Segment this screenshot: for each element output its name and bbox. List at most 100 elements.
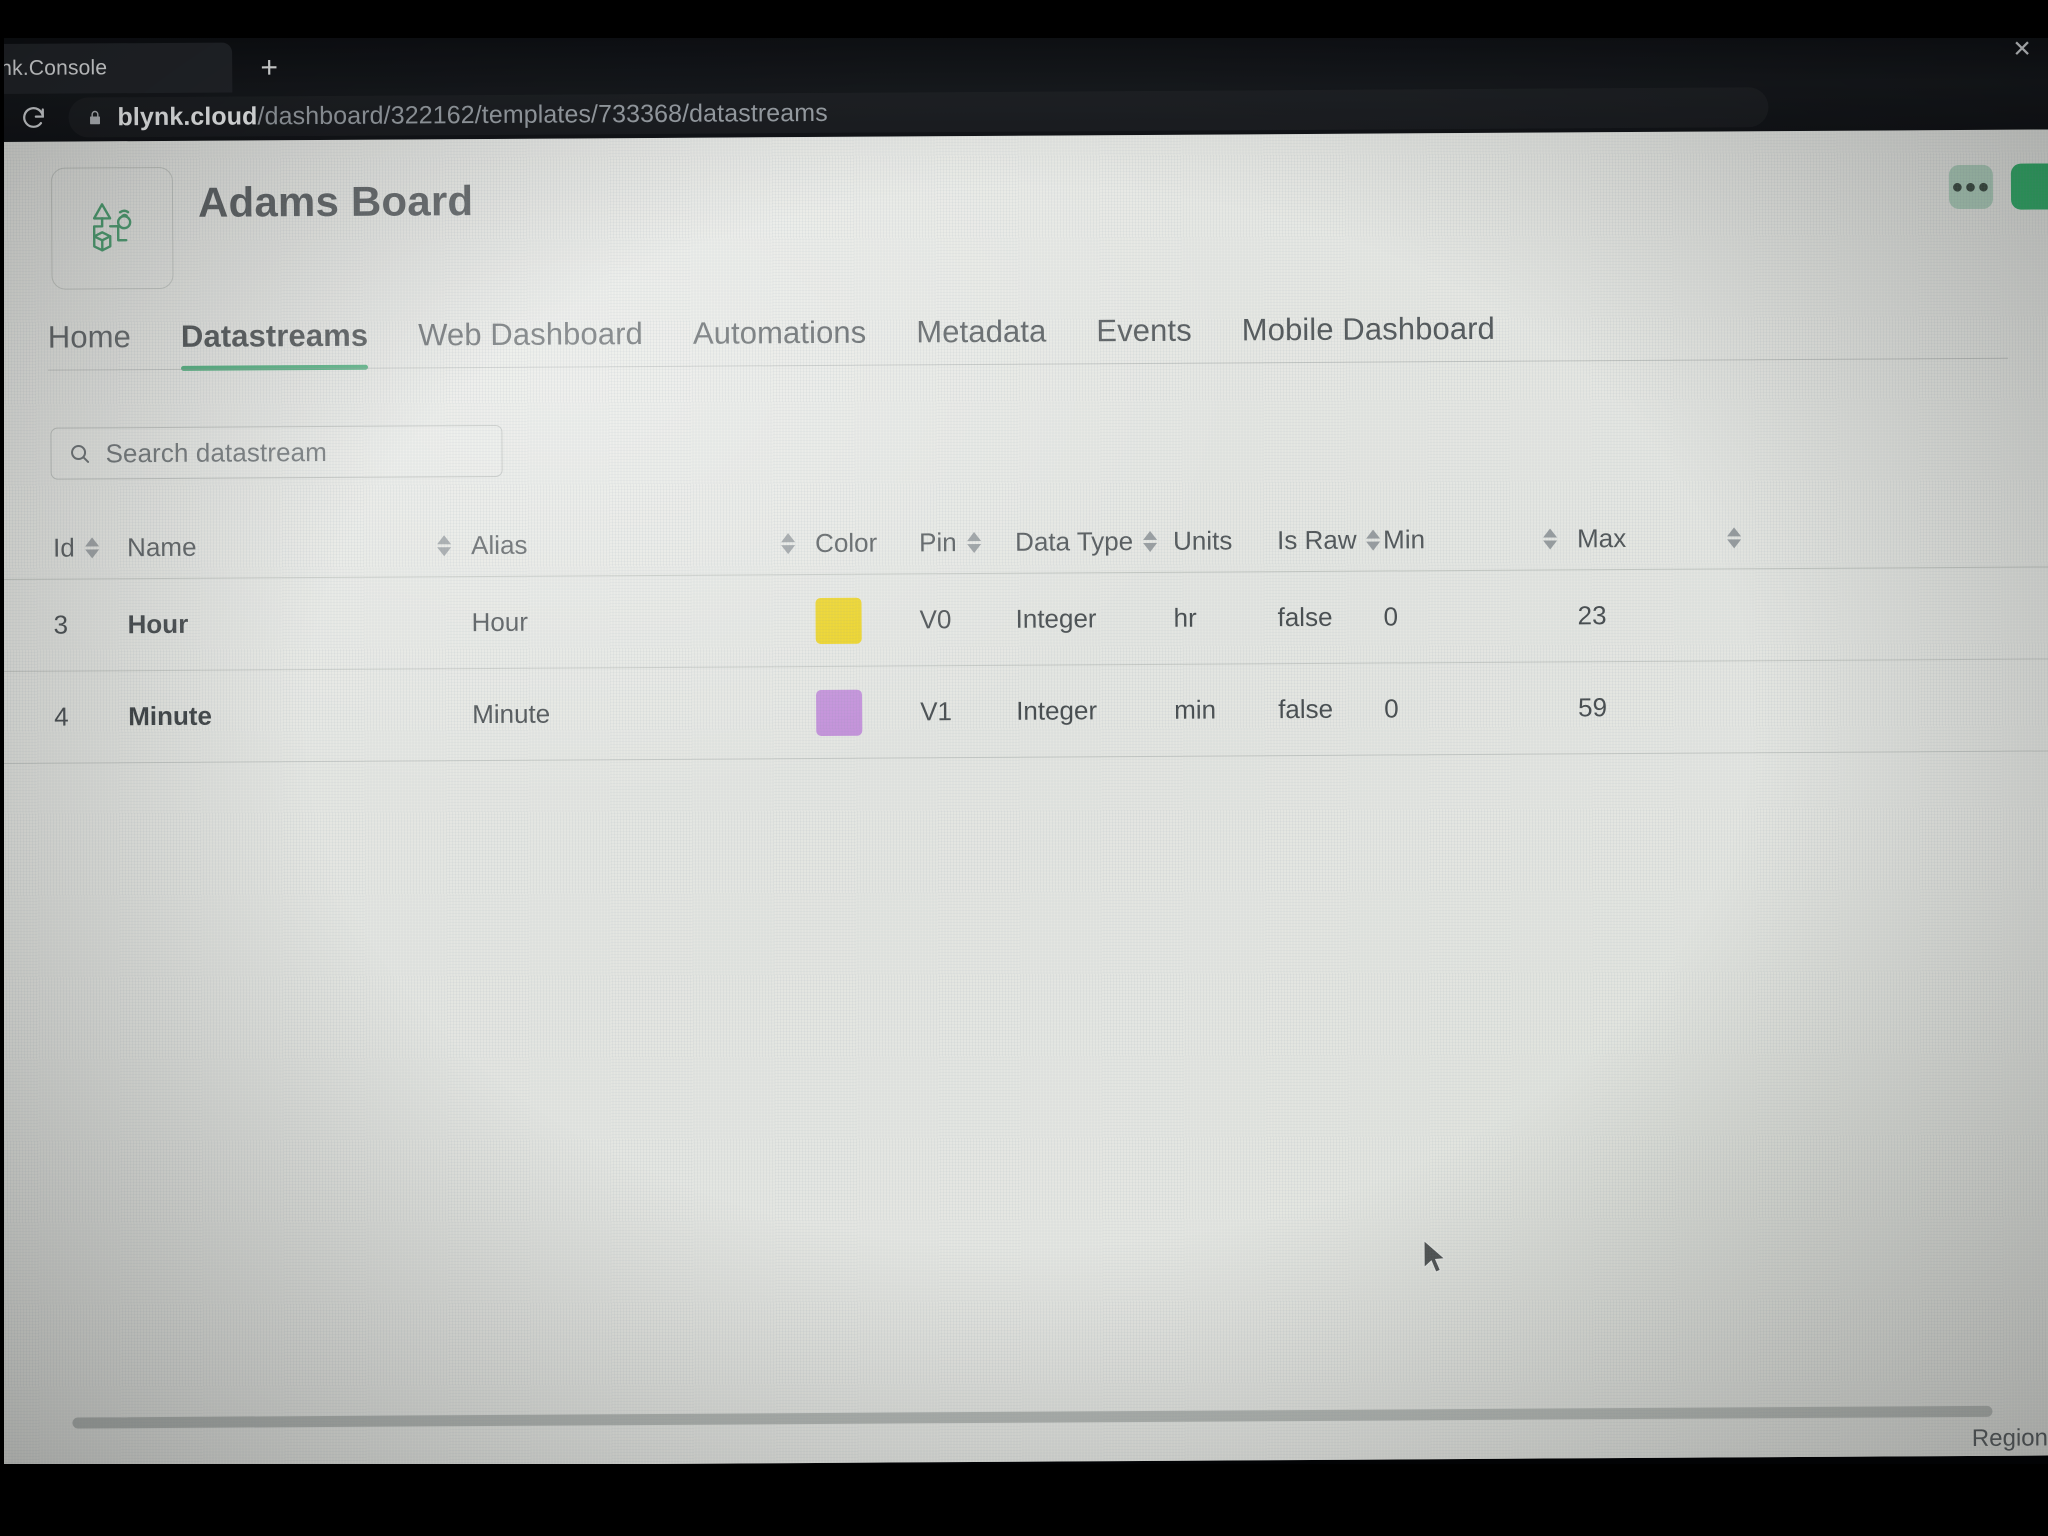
column-header-is-raw[interactable]: Is Raw: [1277, 525, 1383, 557]
tab-label: Home: [47, 319, 132, 355]
tab-datastreams[interactable]: Datastreams: [181, 318, 369, 371]
column-header-data-type[interactable]: Data Type: [1015, 526, 1173, 558]
sort-icon[interactable]: [1366, 529, 1381, 551]
template-tabs: Home Datastreams Web Dashboard Automatio…: [0, 297, 2048, 372]
sort-icon[interactable]: [1143, 530, 1158, 552]
table-row[interactable]: 4 Minute Minute V1 Integer min false 0 5…: [0, 659, 2048, 764]
color-swatch[interactable]: [815, 597, 862, 644]
sort-icon-name[interactable]: [427, 535, 471, 557]
tab-label: Web Dashboard: [418, 316, 643, 353]
plus-icon[interactable]: +: [252, 51, 286, 86]
cell-min: 0: [1383, 601, 1399, 632]
sort-icon-min[interactable]: [1533, 528, 1577, 550]
tab-label: Events: [1096, 312, 1192, 349]
sort-icon[interactable]: [781, 533, 796, 555]
address-bar[interactable]: blynk.cloud/dashboard/322162/templates/7…: [68, 87, 1768, 137]
browser-chrome: nk.Console ✕ + blynk.cloud/dashboard/322…: [0, 23, 2048, 142]
iot-device-icon: [50, 166, 174, 290]
sort-icon-max[interactable]: [1717, 527, 1761, 549]
cell-is-raw: false: [1278, 693, 1334, 725]
url-domain: blynk.cloud: [117, 101, 258, 131]
search-placeholder: Search datastream: [105, 436, 328, 468]
save-button[interactable]: [2010, 163, 2048, 210]
tab-title: nk.Console: [0, 56, 108, 80]
bezel-left: [0, 0, 4, 1536]
column-label: Pin: [919, 527, 957, 558]
column-header-pin[interactable]: Pin: [919, 527, 1015, 559]
url-text: blynk.cloud/dashboard/322162/templates/7…: [117, 98, 827, 131]
sort-icon[interactable]: [966, 531, 981, 554]
cell-pin: V0: [919, 604, 952, 635]
column-header-min[interactable]: Min: [1383, 524, 1533, 556]
cell-units: min: [1174, 694, 1217, 725]
url-path: /dashboard/322162/templates/733368/datas…: [257, 98, 828, 130]
tab-label: Automations: [692, 314, 867, 351]
column-label: Data Type: [1015, 526, 1134, 557]
column-label: Units: [1173, 525, 1233, 556]
cell-alias: Hour: [471, 606, 529, 638]
cell-data-type: Integer: [1015, 603, 1097, 634]
sort-icon[interactable]: [84, 537, 99, 559]
photographed-screen: nk.Console ✕ + blynk.cloud/dashboard/322…: [0, 0, 2048, 1536]
table-row[interactable]: 3 Hour Hour V0 Integer hr false 0 23: [0, 567, 2048, 672]
column-header-name[interactable]: Name: [127, 530, 427, 563]
cell-data-type: Integer: [1016, 695, 1098, 726]
column-header-units: Units: [1173, 525, 1277, 557]
search-icon: [71, 444, 90, 463]
column-header-id[interactable]: Id: [53, 532, 127, 563]
bezel-top: [0, 0, 2048, 38]
column-header-max[interactable]: Max: [1577, 522, 1717, 554]
datastreams-table: Id Name Alias Color Pin Data Type Units …: [0, 505, 2048, 764]
column-header-alias[interactable]: Alias: [471, 528, 771, 561]
tab-home[interactable]: Home: [48, 319, 131, 372]
horizontal-scrollbar[interactable]: [72, 1405, 1993, 1429]
cell-id: 3: [53, 609, 69, 640]
region-label: Region:: [1971, 1424, 2048, 1452]
search-input[interactable]: Search datastream: [50, 424, 503, 480]
sort-icon-alias[interactable]: [771, 533, 815, 555]
more-options-button[interactable]: ●●●: [1948, 164, 1994, 210]
tab-label: Datastreams: [180, 317, 369, 354]
cell-max: 23: [1577, 600, 1607, 631]
cell-min: 0: [1384, 693, 1399, 724]
more-options-label: ●●●: [1951, 175, 1991, 199]
sort-icon[interactable]: [1543, 528, 1558, 550]
tab-mobile-dashboard[interactable]: Mobile Dashboard: [1242, 311, 1496, 365]
column-header-color: Color: [815, 527, 919, 559]
sort-icon[interactable]: [1727, 527, 1742, 549]
tab-web-dashboard[interactable]: Web Dashboard: [418, 316, 643, 369]
browser-tab[interactable]: nk.Console: [0, 42, 233, 95]
page-title: Adams Board: [197, 177, 474, 226]
cell-name: Hour: [127, 608, 189, 640]
cell-color: [816, 689, 920, 736]
blynk-console-page: Adams Board ●●● Home Datastreams Web Das…: [0, 129, 2048, 1468]
column-label: Alias: [471, 529, 528, 561]
cell-alias: Minute: [472, 698, 551, 730]
lock-icon: [90, 110, 100, 124]
cell-max: 59: [1578, 692, 1608, 723]
screen-content: nk.Console ✕ + blynk.cloud/dashboard/322…: [0, 23, 2048, 1468]
cell-color: [815, 597, 919, 644]
column-label: Color: [815, 527, 878, 558]
tab-automations[interactable]: Automations: [693, 315, 867, 368]
column-label: Min: [1383, 524, 1426, 555]
tab-label: Mobile Dashboard: [1241, 310, 1496, 348]
cell-name: Minute: [128, 700, 213, 732]
template-header: Adams Board ●●●: [0, 129, 2048, 312]
cell-is-raw: false: [1277, 601, 1333, 633]
bezel-bottom: [0, 1464, 2048, 1536]
mouse-cursor: [1423, 1239, 1447, 1273]
color-swatch[interactable]: [816, 689, 863, 736]
cell-pin: V1: [920, 696, 953, 727]
tab-metadata[interactable]: Metadata: [916, 314, 1046, 367]
tab-events[interactable]: Events: [1096, 313, 1192, 366]
tab-label: Metadata: [916, 313, 1047, 350]
cell-id: 4: [54, 701, 69, 732]
column-label: Is Raw: [1277, 524, 1357, 556]
column-label: Max: [1577, 523, 1627, 554]
sort-icon[interactable]: [437, 535, 452, 557]
header-actions: ●●●: [1948, 163, 2048, 210]
column-label: Id: [53, 532, 75, 563]
close-icon[interactable]: ✕: [2010, 36, 2034, 62]
reload-icon[interactable]: [16, 101, 50, 135]
